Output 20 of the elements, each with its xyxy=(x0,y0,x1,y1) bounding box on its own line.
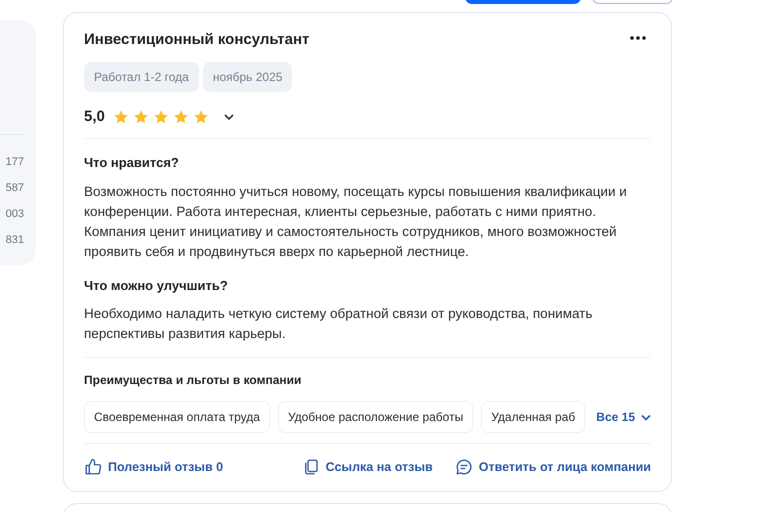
benefits-heading: Преимущества и льготы в компании xyxy=(84,372,302,389)
rating-value: 5,0 xyxy=(84,106,105,126)
benefit-chip: Удаленная раб xyxy=(481,401,586,433)
section-text: Возможность постоянно учиться новому, посещать курсы повышения квалификации и конференции. Работа интересная, клиенты серьезные, работать с ними приятно. Компания ценит инициативу и самостоятельность сотрудников, много возможностей проявить себя и продвинуться вверх по карьерной лестнице. xyxy=(84,182,628,261)
review-tag: ноябрь 2025 xyxy=(202,62,292,92)
review-link-button[interactable]: Ссылка на отзыв xyxy=(302,458,433,477)
reply-button[interactable]: Ответить от лица компании xyxy=(454,458,651,477)
show-all-button[interactable]: Все 15 xyxy=(596,408,651,426)
benefit-chip: Своевременная оплата труда xyxy=(84,401,270,433)
sidebar-value: 831 xyxy=(6,233,24,248)
section-heading: Что можно улучшить? xyxy=(84,276,229,295)
section-heading: Что нравится? xyxy=(84,154,180,172)
sidebar-value: 177 xyxy=(6,155,24,170)
review-tag: Работал 1-2 года xyxy=(84,62,199,92)
review-title: Инвестиционный консультант xyxy=(84,30,310,50)
sidebar-value: 003 xyxy=(6,207,24,222)
helpful-button[interactable]: Полезный отзыв 0 xyxy=(84,458,224,477)
section-text: Необходимо наладить четкую систему обратной связи от руководства, понимать перспективы развития карьеры. xyxy=(84,305,594,343)
benefit-chip: Удобное расположение работы xyxy=(278,401,474,433)
sidebar-value: 587 xyxy=(6,181,24,196)
